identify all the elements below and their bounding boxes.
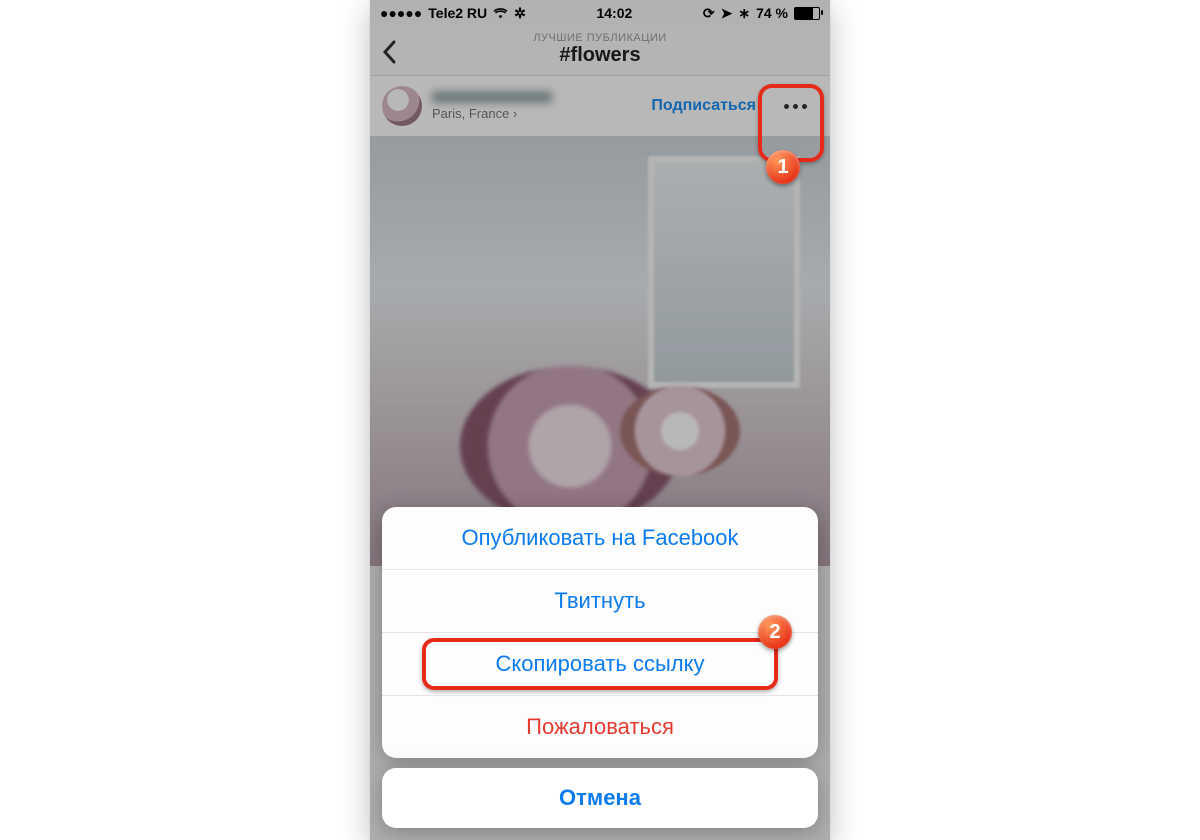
- nav-supertitle: ЛУЧШИЕ ПУБЛИКАЦИИ: [370, 32, 830, 44]
- sheet-item-copy-link[interactable]: Скопировать ссылку 2: [382, 632, 818, 695]
- chevron-left-icon: [382, 40, 396, 64]
- status-bar: ●●●●● Tele2 RU ✲ 14:02 ⟳ ➤ ∗ 74 %: [370, 0, 830, 26]
- sheet-item-report[interactable]: Пожаловаться: [382, 695, 818, 758]
- avatar[interactable]: [382, 86, 422, 126]
- signal-dots-icon: ●●●●●: [380, 5, 422, 21]
- loading-icon: ✲: [514, 5, 526, 22]
- phone-screen: ●●●●● Tele2 RU ✲ 14:02 ⟳ ➤ ∗ 74 % ЛУЧШИЕ…: [370, 0, 830, 840]
- action-sheet: Опубликовать на Facebook Твитнуть Скопир…: [382, 507, 818, 828]
- action-sheet-group: Опубликовать на Facebook Твитнуть Скопир…: [382, 507, 818, 758]
- ellipsis-icon: [784, 104, 807, 109]
- carrier-label: Tele2 RU: [428, 5, 487, 21]
- username-blurred: [432, 91, 552, 103]
- sheet-item-tweet[interactable]: Твитнуть: [382, 569, 818, 632]
- post-header: Paris, France › Подписаться: [370, 76, 830, 136]
- wifi-icon: [493, 8, 508, 19]
- orientation-lock-icon: ⟳: [703, 5, 715, 22]
- nav-header: ЛУЧШИЕ ПУБЛИКАЦИИ #flowers: [370, 26, 830, 76]
- nav-title: #flowers: [370, 44, 830, 67]
- sheet-item-label: Твитнуть: [554, 588, 645, 614]
- sheet-item-label: Пожаловаться: [526, 714, 674, 740]
- location-icon: ➤: [721, 5, 733, 22]
- more-options-button[interactable]: [772, 87, 818, 125]
- bluetooth-icon: ∗: [738, 5, 750, 22]
- sheet-item-label: Скопировать ссылку: [495, 651, 704, 677]
- battery-icon: [794, 7, 820, 20]
- sheet-cancel-button[interactable]: Отмена: [382, 768, 818, 828]
- location-label[interactable]: Paris, France ›: [432, 106, 641, 121]
- follow-button[interactable]: Подписаться: [651, 97, 756, 115]
- battery-pct-label: 74 %: [756, 5, 788, 21]
- post-image[interactable]: [370, 136, 830, 566]
- sheet-item-share-facebook[interactable]: Опубликовать на Facebook: [382, 507, 818, 569]
- sheet-item-label: Опубликовать на Facebook: [461, 525, 738, 551]
- sheet-cancel-label: Отмена: [559, 785, 641, 811]
- clock-label: 14:02: [596, 5, 632, 21]
- back-button[interactable]: [382, 40, 396, 64]
